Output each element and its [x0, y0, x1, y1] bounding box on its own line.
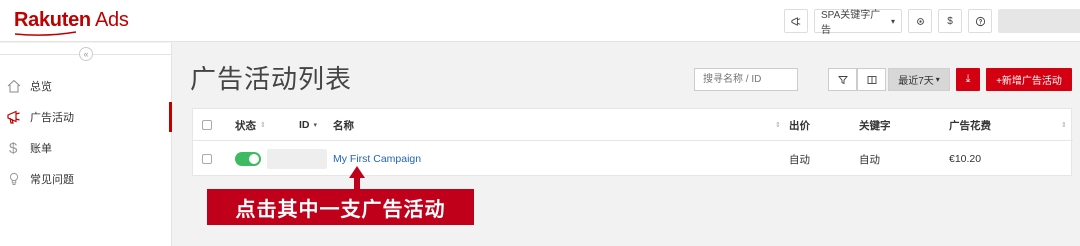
annotation-arrow-shaft	[354, 176, 360, 190]
collapse-sidebar-button[interactable]: «	[79, 47, 93, 61]
megaphone-icon	[0, 109, 28, 125]
chevron-down-icon: ▾	[890, 16, 895, 26]
account-selector-label: SPA关键字广告	[821, 10, 881, 36]
megaphone-notice-button[interactable]	[784, 9, 808, 33]
logo-brand-text: Rakuten	[14, 9, 91, 31]
billing-button[interactable]: $	[938, 9, 962, 33]
column-header-keywords[interactable]: 关键字	[859, 109, 891, 141]
column-header-spend-sort[interactable]: ⇕	[1057, 109, 1067, 141]
campaign-spend: €10.20	[949, 142, 981, 176]
sort-desc-icon: ▾	[313, 122, 318, 129]
user-menu[interactable]	[998, 9, 1080, 33]
settings-button[interactable]	[908, 9, 932, 33]
keywords-value: 自动	[859, 153, 880, 166]
sidebar-item-label: 广告活动	[30, 112, 74, 124]
sidebar-item-overview[interactable]: 总览	[0, 71, 172, 101]
spend-value: €10.20	[949, 153, 982, 165]
column-header-status[interactable]: 状态 ⇕	[235, 109, 266, 141]
download-icon: ⤓	[965, 73, 971, 85]
top-bar: Rakuten Ads SPA关键字广告 ▾ $	[0, 0, 1080, 42]
table-header: 状态 ⇕ ID ▾ 名称 ⇕ 出价 关键字 广告花费 ⇕	[193, 109, 1073, 141]
sidebar-item-campaigns[interactable]: 广告活动	[0, 102, 172, 132]
campaign-name[interactable]: My First Campaign	[333, 153, 421, 165]
logo-swoosh	[14, 31, 77, 36]
home-icon	[0, 78, 28, 94]
logo-product-text: Ads	[94, 9, 129, 31]
sidebar-item-label: 总览	[30, 81, 52, 93]
column-header-spend[interactable]: 广告花费	[949, 109, 991, 141]
search-input[interactable]	[694, 68, 798, 91]
sidebar-item-label: 常见问题	[30, 174, 74, 186]
campaign-bid: 自动	[789, 142, 810, 176]
sort-icon: ⇕	[775, 122, 781, 129]
status-toggle[interactable]	[235, 142, 261, 176]
column-header-label: 名称	[333, 119, 354, 132]
column-header-label: 状态	[235, 119, 256, 132]
rakuten-ads-logo[interactable]: Rakuten Ads	[14, 8, 129, 32]
date-range-selector[interactable]: 最近7天 ▾	[888, 68, 950, 91]
date-range-label: 最近7天	[898, 76, 934, 87]
question-icon	[975, 16, 985, 26]
column-header-label: ID	[299, 119, 310, 131]
chevron-down-icon: ▾	[935, 75, 940, 84]
top-tools: SPA关键字广告 ▾ $	[784, 9, 1080, 36]
columns-button[interactable]	[857, 68, 886, 91]
column-header-name-sort[interactable]: ⇕	[771, 109, 781, 141]
gear-icon	[916, 17, 924, 25]
download-button[interactable]: ⤓	[956, 68, 980, 91]
dollar-icon: $	[9, 139, 18, 157]
sidebar: « 总览 广告活动 $ 账单 常见问题	[0, 43, 172, 246]
row-checkbox[interactable]	[202, 142, 212, 176]
sort-icon: ⇕	[260, 122, 266, 129]
bid-value: 自动	[789, 153, 810, 166]
column-header-id[interactable]: ID ▾	[299, 109, 317, 141]
filter-icon	[837, 75, 848, 84]
dollar-icon: $	[947, 15, 953, 27]
campaign-id	[267, 142, 327, 176]
lightbulb-icon	[0, 171, 28, 187]
column-header-label: 出价	[789, 119, 810, 132]
campaign-table: 状态 ⇕ ID ▾ 名称 ⇕ 出价 关键字 广告花费 ⇕ My First Ca…	[192, 108, 1073, 176]
sidebar-item-billing[interactable]: $ 账单	[0, 133, 172, 163]
columns-icon	[867, 75, 876, 84]
campaign-name-link[interactable]: My First Campaign	[333, 142, 421, 176]
sidebar-item-label: 账单	[30, 143, 52, 155]
column-header-bid[interactable]: 出价	[789, 109, 810, 141]
account-selector[interactable]: SPA关键字广告 ▾	[814, 9, 902, 36]
new-campaign-button[interactable]: +新增广告活动	[986, 68, 1072, 91]
annotation-callout: 点击其中一支广告活动	[207, 189, 474, 225]
page-title: 广告活动列表	[190, 64, 353, 94]
campaign-keywords: 自动	[859, 142, 880, 176]
column-header-label: 广告花费	[949, 119, 991, 132]
help-button[interactable]	[968, 9, 992, 33]
sort-icon: ⇕	[1061, 122, 1067, 129]
megaphone-icon	[790, 16, 800, 26]
sidebar-item-faq[interactable]: 常见问题	[0, 164, 172, 194]
column-header-name[interactable]: 名称	[333, 109, 354, 141]
column-header-label: 关键字	[859, 119, 891, 132]
select-all-checkbox[interactable]	[202, 109, 212, 141]
table-row[interactable]: My First Campaign 自动 自动 €10.20	[193, 142, 1073, 176]
filter-button[interactable]	[828, 68, 857, 91]
